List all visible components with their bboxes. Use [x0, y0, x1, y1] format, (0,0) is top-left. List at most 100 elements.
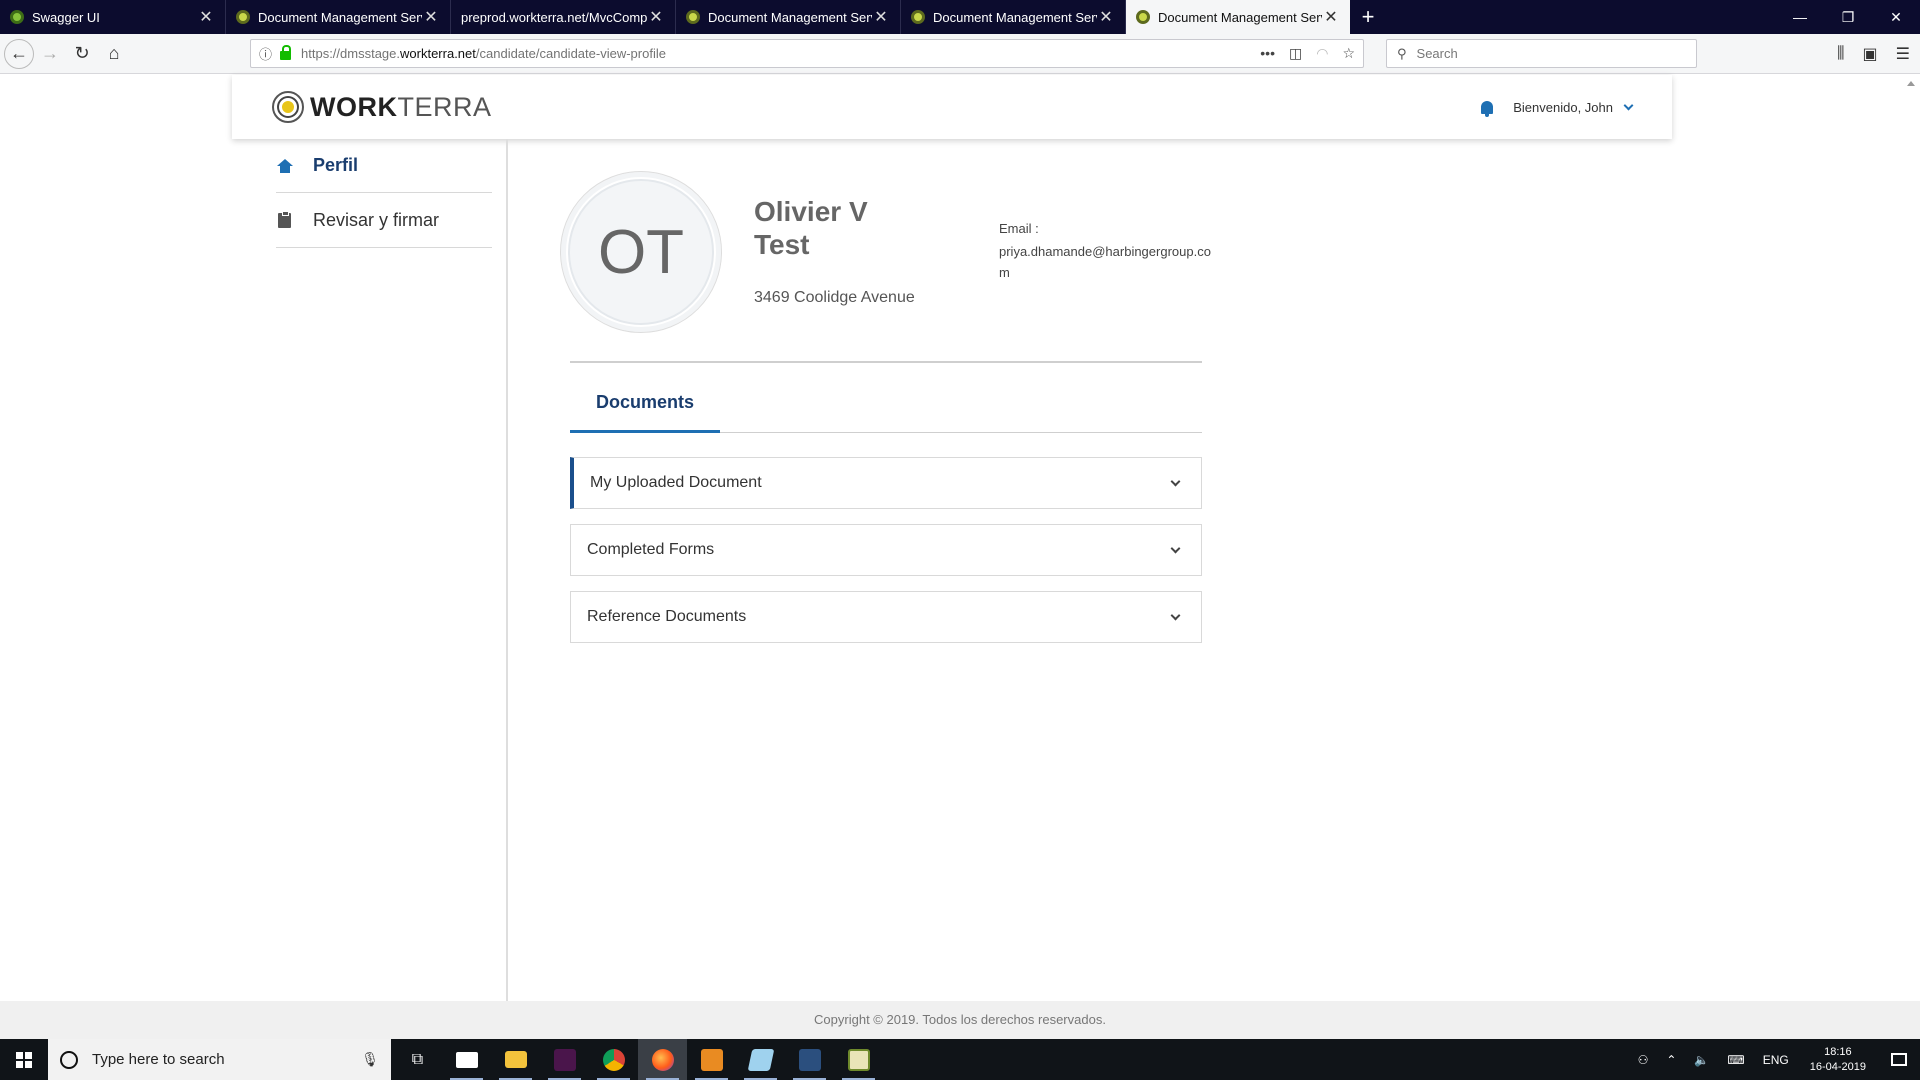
windows-logo-icon [16, 1051, 32, 1068]
url-text[interactable]: https://dmsstage.workterra.net/candidate… [301, 46, 666, 61]
calculator-app-icon[interactable] [834, 1039, 883, 1080]
forward-icon[interactable]: → [34, 38, 66, 70]
browser-search-field[interactable]: ⚲ Search [1386, 39, 1697, 68]
app-header: WORK TERRA Bienvenido, John [232, 75, 1672, 139]
close-tab-icon[interactable]: ✕ [1097, 7, 1115, 27]
library-icon[interactable]: ⫼ [1837, 45, 1844, 63]
media-player-icon[interactable] [687, 1039, 736, 1080]
close-window-icon[interactable]: ✕ [1872, 0, 1920, 34]
sql-server-icon[interactable] [785, 1039, 834, 1080]
sidebar-item-perfil[interactable]: Perfil [276, 139, 492, 193]
bookmark-star-icon[interactable]: ☆ [1342, 45, 1355, 62]
profile-name: Olivier V Test [754, 195, 868, 261]
url-actions: ••• ◫ ◠ ☆ [1260, 45, 1355, 62]
avatar: OT [560, 171, 722, 333]
slack-icon[interactable] [540, 1039, 589, 1080]
workterra-logo[interactable]: WORK TERRA [272, 91, 492, 123]
browser-tab-active[interactable]: Document Management Servic ✕ [1125, 0, 1350, 34]
chevron-down-icon[interactable] [1170, 476, 1181, 486]
windows-taskbar: Type here to search 🎙 ⧉ ⚇ ⌃ 🔈 ⌨ ENG 18:1… [0, 1039, 1920, 1080]
logo-text-bold: WORK [310, 91, 398, 122]
action-center-icon[interactable] [1878, 1039, 1920, 1080]
notes-app-icon[interactable] [736, 1039, 785, 1080]
sidebar-item-revisar-y-firmar[interactable]: Revisar y firmar [276, 194, 492, 248]
close-tab-icon[interactable]: ✕ [197, 7, 215, 27]
close-tab-icon[interactable]: ✕ [647, 7, 665, 27]
chrome-icon[interactable] [589, 1039, 638, 1080]
tab-documents[interactable]: Documents [570, 385, 720, 433]
reload-icon[interactable]: ↻ [66, 38, 98, 70]
user-menu[interactable]: Bienvenido, John [1481, 100, 1634, 117]
close-tab-icon[interactable]: ✕ [1322, 7, 1340, 27]
avatar-initials: OT [568, 179, 714, 325]
clock-time: 18:16 [1824, 1045, 1852, 1058]
restore-icon[interactable]: ❐ [1824, 0, 1872, 34]
profile-name-line1: Olivier V [754, 196, 868, 227]
microphone-icon[interactable]: 🎙 [361, 1051, 379, 1068]
profile-divider [570, 361, 1202, 363]
system-tray: ⚇ ⌃ 🔈 ⌨ ENG 18:16 16-04-2019 [1629, 1039, 1920, 1080]
taskbar-search-input[interactable]: Type here to search 🎙 [48, 1039, 391, 1080]
sidebar-toggle-icon[interactable]: ▣ [1863, 44, 1878, 64]
clock-date: 16-04-2019 [1809, 1060, 1866, 1073]
lock-icon [280, 45, 292, 60]
accordion-reference-documents[interactable]: Reference Documents [570, 591, 1202, 643]
clock[interactable]: 18:16 16-04-2019 [1798, 1045, 1878, 1075]
task-view-icon[interactable]: ⧉ [393, 1039, 442, 1080]
tab-title: Document Management Servic [1158, 9, 1322, 25]
tab-title: Document Management Servic [933, 9, 1097, 25]
volume-icon[interactable]: 🔈 [1685, 1053, 1718, 1067]
url-domain: workterra.net [400, 46, 476, 61]
accordion-my-uploaded-document[interactable]: My Uploaded Document [570, 457, 1202, 509]
chevron-down-icon[interactable] [1170, 610, 1181, 620]
profile-address: 3469 Coolidge Avenue [754, 289, 915, 306]
accordion-completed-forms[interactable]: Completed Forms [570, 524, 1202, 576]
workterra-favicon-icon [236, 10, 250, 24]
mail-app-icon[interactable] [442, 1039, 491, 1080]
scroll-up-icon[interactable] [1907, 81, 1915, 86]
accordion-label: My Uploaded Document [590, 474, 762, 491]
browser-tab[interactable]: Document Management Servic ✕ [225, 0, 450, 34]
profile-name-line2: Test [754, 229, 810, 260]
browser-tab[interactable]: Swagger UI ✕ [0, 0, 225, 34]
taskbar-apps: ⧉ [393, 1039, 883, 1080]
people-icon[interactable]: ⚇ [1629, 1053, 1658, 1067]
accordion-label: Completed Forms [587, 541, 715, 558]
back-icon[interactable]: ← [4, 38, 34, 69]
reader-icon[interactable]: ◠ [1316, 45, 1328, 62]
welcome-text[interactable]: Bienvenido, John [1513, 100, 1613, 115]
firefox-icon[interactable] [638, 1039, 687, 1080]
taskbar-search-placeholder: Type here to search [92, 1051, 225, 1068]
info-icon[interactable]: ⓘ [259, 44, 272, 63]
close-tab-icon[interactable]: ✕ [422, 7, 440, 27]
browser-tab[interactable]: Document Management Servic ✕ [900, 0, 1125, 34]
tab-title: Document Management Servic [258, 9, 422, 25]
window-controls: — ❐ ✕ [1776, 0, 1920, 34]
new-tab-button[interactable]: + [1350, 0, 1386, 34]
browser-tab[interactable]: Document Management Servic ✕ [675, 0, 900, 34]
show-hidden-icons-icon[interactable]: ⌃ [1657, 1053, 1685, 1067]
home-icon[interactable]: ⌂ [98, 38, 130, 70]
browser-nav-bar: ← → ↻ ⌂ ⓘ https://dmsstage.workterra.net… [0, 34, 1920, 74]
sidebar: Perfil Revisar y firmar [0, 139, 508, 1001]
url-bar[interactable]: ⓘ https://dmsstage.workterra.net/candida… [250, 39, 1364, 68]
keyboard-icon[interactable]: ⌨ [1718, 1053, 1753, 1067]
clipboard-icon [278, 211, 291, 228]
browser-tab[interactable]: preprod.workterra.net/MvcCompA ✕ [450, 0, 675, 34]
tab-title: Swagger UI [32, 9, 100, 25]
chevron-down-icon[interactable] [1170, 543, 1181, 553]
page-scrollbar[interactable] [1902, 75, 1920, 1039]
pocket-icon[interactable]: ◫ [1289, 45, 1302, 62]
start-button[interactable] [0, 1039, 48, 1080]
chevron-down-icon[interactable] [1623, 100, 1634, 110]
close-tab-icon[interactable]: ✕ [872, 7, 890, 27]
more-actions-icon[interactable]: ••• [1260, 45, 1275, 62]
file-explorer-icon[interactable] [491, 1039, 540, 1080]
minimize-icon[interactable]: — [1776, 0, 1824, 34]
menu-icon[interactable]: ☰ [1896, 44, 1910, 64]
sidebar-item-label: Revisar y firmar [313, 210, 440, 230]
url-prefix: https://dmsstage. [301, 46, 401, 61]
url-path: /candidate/candidate-view-profile [475, 46, 666, 61]
bell-icon[interactable] [1481, 100, 1494, 117]
language-indicator[interactable]: ENG [1754, 1053, 1798, 1067]
